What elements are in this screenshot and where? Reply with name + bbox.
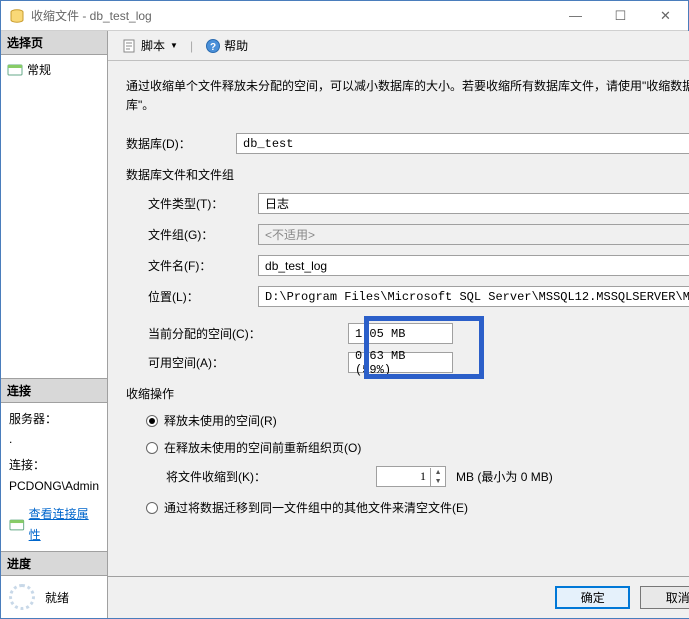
maximize-button[interactable]: ☐ <box>598 1 643 30</box>
filegroup-select: <不适用> ⌄ <box>258 224 689 245</box>
ok-button[interactable]: 确定 <box>555 586 630 609</box>
radio-release-label: 释放未使用的空间(R) <box>164 412 277 429</box>
shrink-file-dialog: 收缩文件 - db_test_log — ☐ ✕ 选择页 常规 连接 服务器： … <box>0 0 689 619</box>
radio-reorg-row[interactable]: 在释放未使用的空间前重新组织页(O) <box>146 439 689 456</box>
dialog-body: 选择页 常规 连接 服务器： . 连接： PCDONG\Admin <box>1 31 688 618</box>
toolbar: 脚本 ▼ | ? 帮助 <box>108 31 689 61</box>
content-area: 通过收缩单个文件释放未分配的空间，可以减小数据库的大小。若要收缩所有数据库文件，… <box>108 61 689 576</box>
script-label: 脚本 <box>141 37 165 54</box>
script-button[interactable]: 脚本 ▼ <box>118 35 182 56</box>
connection-label: 连接： <box>9 455 99 475</box>
connection-header: 连接 <box>1 379 107 403</box>
chevron-down-icon: ▼ <box>170 41 178 50</box>
radio-migrate[interactable] <box>146 502 158 514</box>
select-page-header: 选择页 <box>1 31 107 55</box>
filetype-value: 日志 <box>265 195 289 212</box>
close-button[interactable]: ✕ <box>643 1 688 30</box>
filetype-select[interactable]: 日志 ⌄ <box>258 193 689 214</box>
left-pane: 选择页 常规 连接 服务器： . 连接： PCDONG\Admin <box>1 31 108 618</box>
progress-header: 进度 <box>1 552 107 576</box>
stats-area: 当前分配的空间(C)： 1.05 MB 可用空间(A)： 0.63 MB (59… <box>126 323 689 373</box>
cancel-button[interactable]: 取消 <box>640 586 689 609</box>
allocated-label: 当前分配的空间(C)： <box>148 325 348 342</box>
toolbar-separator: | <box>190 39 193 53</box>
page-general-label: 常规 <box>27 61 51 78</box>
filename-value: db_test_log <box>265 259 327 273</box>
server-value: . <box>9 429 99 449</box>
database-field: db_test <box>236 133 689 154</box>
script-icon <box>122 38 138 54</box>
page-tree: 常规 <box>1 55 107 378</box>
location-label: 位置(L)： <box>148 288 258 305</box>
page-general[interactable]: 常规 <box>7 59 101 80</box>
titlebar[interactable]: 收缩文件 - db_test_log — ☐ ✕ <box>1 1 688 31</box>
minimize-button[interactable]: — <box>553 1 598 30</box>
right-pane: 脚本 ▼ | ? 帮助 通过收缩单个文件释放未分配的空间，可以减小数据库的大小。… <box>108 31 689 618</box>
filename-label: 文件名(F)： <box>148 257 258 274</box>
radio-migrate-label: 通过将数据迁移到同一文件组中的其他文件来清空文件(E) <box>164 499 468 516</box>
database-label: 数据库(D)： <box>126 135 236 152</box>
location-field[interactable]: D:\Program Files\Microsoft SQL Server\MS… <box>258 286 689 307</box>
svg-text:?: ? <box>210 42 216 53</box>
help-button[interactable]: ? 帮助 <box>201 35 252 56</box>
database-icon <box>9 8 25 24</box>
spinner-arrows[interactable]: ▲▼ <box>430 468 445 486</box>
connection-section: 连接 服务器： . 连接： PCDONG\Admin 查看连接属性 <box>1 378 107 551</box>
progress-section: 进度 就绪 <box>1 551 107 618</box>
shrink-to-value: 1 <box>377 469 430 484</box>
available-label: 可用空间(A)： <box>148 354 348 371</box>
shrink-to-spinner[interactable]: 1 ▲▼ <box>376 466 446 487</box>
help-label: 帮助 <box>224 37 248 54</box>
filegroup-value: <不适用> <box>265 226 315 243</box>
radio-release[interactable] <box>146 415 158 427</box>
window-title: 收缩文件 - db_test_log <box>31 7 553 24</box>
radio-migrate-row[interactable]: 通过将数据迁移到同一文件组中的其他文件来清空文件(E) <box>146 499 689 516</box>
description-text: 通过收缩单个文件释放未分配的空间，可以减小数据库的大小。若要收缩所有数据库文件，… <box>126 77 689 115</box>
radio-release-row[interactable]: 释放未使用的空间(R) <box>146 412 689 429</box>
view-connection-props-label: 查看连接属性 <box>29 504 99 545</box>
available-value: 0.63 MB (59%) <box>348 352 453 373</box>
window-buttons: — ☐ ✕ <box>553 1 688 30</box>
view-connection-props-link[interactable]: 查看连接属性 <box>9 504 99 545</box>
dialog-footer: 确定 取消 <box>108 576 689 618</box>
filegroup-label: 文件组(G)： <box>148 226 258 243</box>
server-label: 服务器： <box>9 409 99 429</box>
radio-reorganize[interactable] <box>146 442 158 454</box>
shrink-action-title: 收缩操作 <box>126 385 689 402</box>
help-icon: ? <box>205 38 221 54</box>
shrink-to-suffix: MB (最小为 0 MB) <box>456 468 553 485</box>
allocated-value: 1.05 MB <box>348 323 453 344</box>
shrink-to-label: 将文件收缩到(K)： <box>166 468 366 485</box>
connection-value: PCDONG\Admin <box>9 476 99 496</box>
progress-spinner-icon <box>9 584 35 610</box>
filename-select[interactable]: db_test_log ⌄ <box>258 255 689 276</box>
radio-reorg-label: 在释放未使用的空间前重新组织页(O) <box>164 439 361 456</box>
filetype-label: 文件类型(T)： <box>148 195 258 212</box>
page-icon <box>7 63 23 77</box>
progress-status: 就绪 <box>45 589 69 606</box>
filegroup-section-title: 数据库文件和文件组 <box>126 166 689 183</box>
link-icon <box>9 518 25 532</box>
